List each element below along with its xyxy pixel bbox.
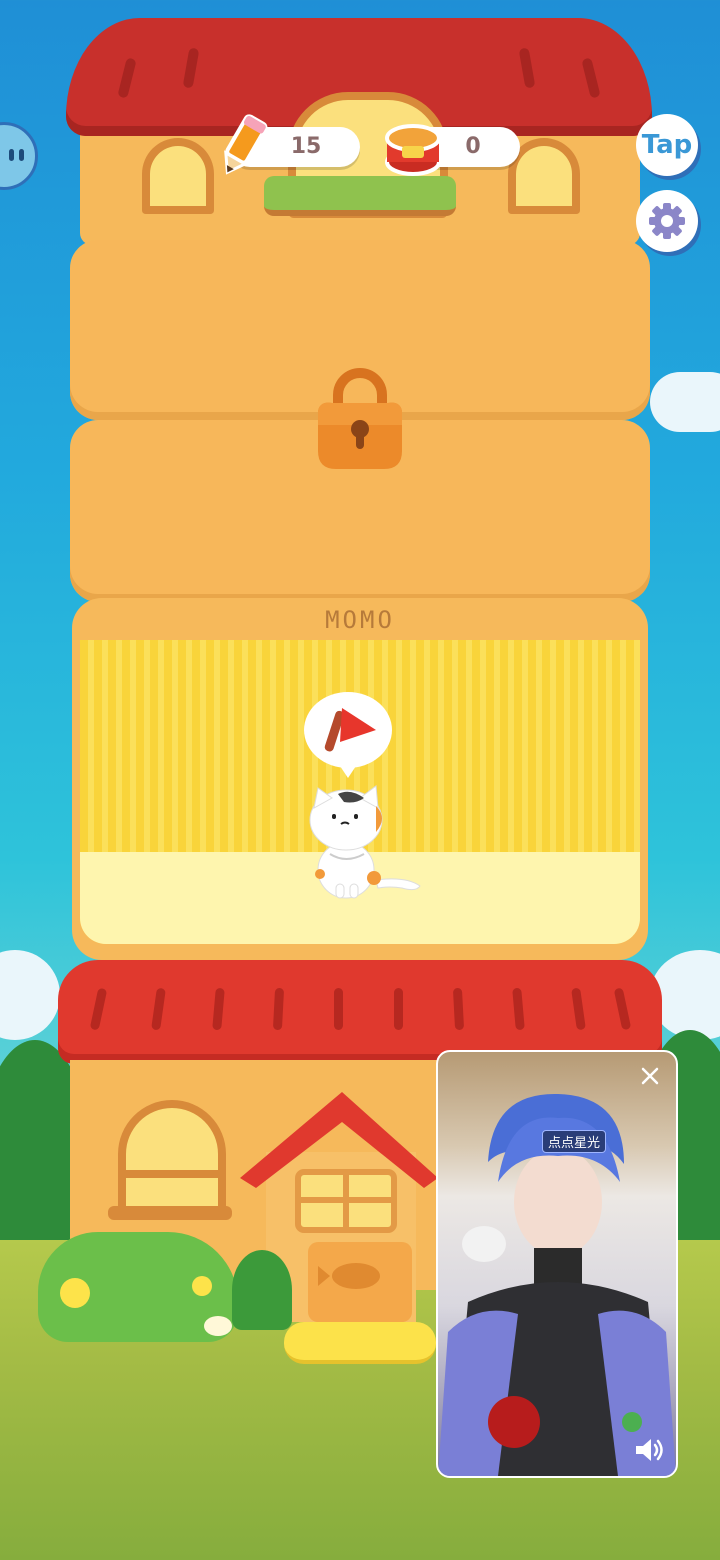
flower-yellow-1 (60, 1278, 90, 1308)
pencil-icon (224, 114, 268, 175)
side-avatar-button[interactable] (0, 122, 38, 190)
window-sill (108, 1206, 232, 1220)
attic-window-left (142, 138, 214, 214)
volume-icon[interactable] (634, 1436, 666, 1464)
flower-white (204, 1316, 232, 1336)
room-sign: MOMO (325, 606, 395, 634)
settings-button[interactable] (636, 190, 698, 252)
cat-food-can-icon (385, 124, 441, 176)
video-ad-badge: 点点星光 (542, 1130, 607, 1153)
pencil-count: 15 (290, 134, 322, 159)
video-ad-frame (438, 1093, 676, 1476)
flower-box (264, 176, 456, 216)
tap-label: Tap (641, 130, 693, 160)
cloud-right (650, 372, 720, 432)
window-bar (126, 1170, 218, 1178)
cat-character[interactable] (306, 784, 426, 904)
video-ad-player[interactable]: 点点星光 (436, 1050, 678, 1478)
speech-bubble-flag[interactable] (302, 690, 394, 782)
ground-window-left (118, 1100, 226, 1220)
doormat (284, 1322, 436, 1364)
roof-bottom-stripes (90, 987, 631, 1031)
cloud-left (0, 950, 60, 1040)
close-icon[interactable] (638, 1064, 662, 1088)
flower-yellow-2 (192, 1276, 212, 1296)
lock-icon[interactable] (306, 365, 414, 473)
can-count: 0 (465, 134, 481, 159)
tap-button[interactable]: Tap (636, 114, 698, 176)
bush-leaf (232, 1250, 292, 1330)
gear-icon (649, 203, 685, 239)
face-icon (9, 149, 24, 161)
